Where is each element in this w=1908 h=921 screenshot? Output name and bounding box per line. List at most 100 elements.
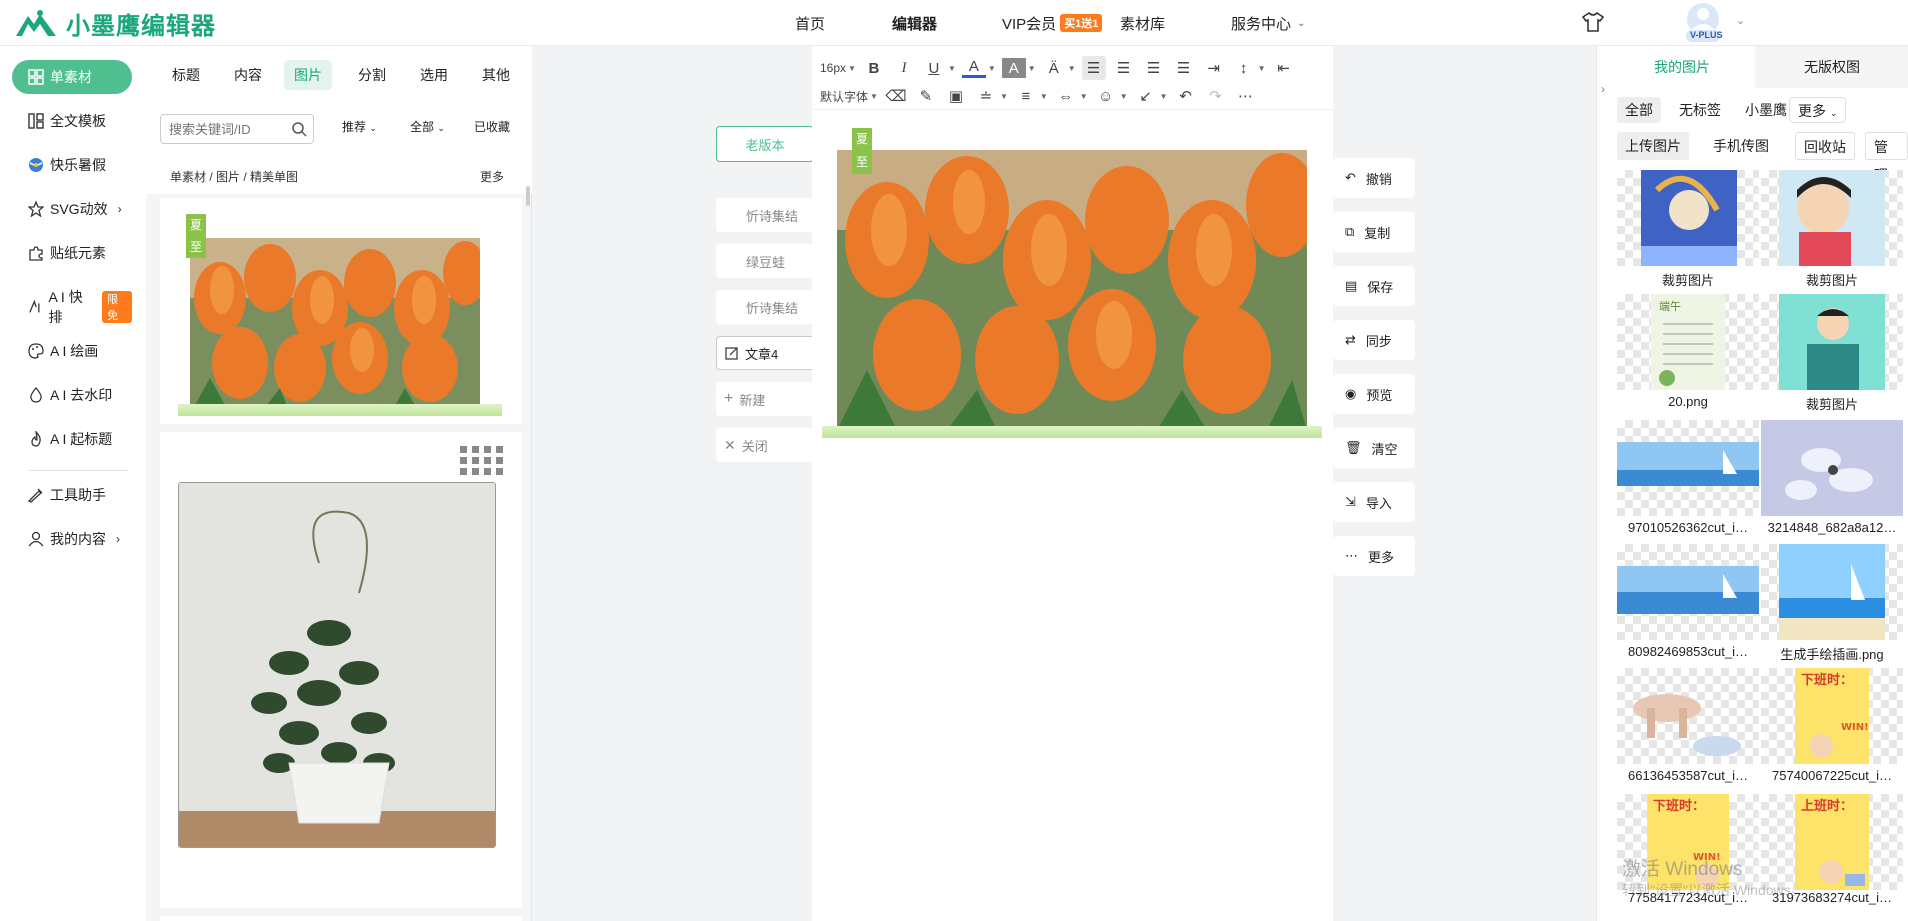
nav-item-svg[interactable]: SVG动效 › [12, 192, 132, 226]
import-button[interactable]: ⇲ 导入 [1333, 482, 1415, 522]
doc-item-active[interactable]: 文章4 [716, 336, 816, 370]
upload-image-button[interactable]: 上传图片 [1617, 132, 1689, 160]
sort-select[interactable]: 推荐 ⌄ [342, 118, 377, 135]
favorites-filter[interactable]: 已收藏 [474, 118, 510, 135]
image-thumb[interactable] [1761, 420, 1903, 516]
phone-upload-button[interactable]: 手机传图 [1705, 132, 1777, 160]
chevron-down-icon[interactable]: ▼ [870, 92, 878, 101]
nav-item-single-material[interactable]: 单素材 [12, 60, 132, 94]
filter-no-tag[interactable]: 无标签 [1671, 97, 1729, 123]
align-justify-icon[interactable]: ☰ [1172, 56, 1196, 80]
chevron-down-icon[interactable]: ▼ [1120, 92, 1128, 101]
arrow-icon[interactable]: ↙ [1134, 84, 1158, 108]
highlight-icon[interactable]: A [1001, 58, 1026, 78]
chevron-down-icon[interactable]: ▼ [1160, 92, 1168, 101]
doc-item[interactable]: 忻诗集结 [716, 198, 816, 232]
align-right-icon[interactable]: ☰ [1142, 56, 1166, 80]
nav-service[interactable]: 服务中心 ⌄ [1231, 0, 1305, 46]
indent-icon[interactable]: ⇥ [1202, 56, 1226, 80]
font-color-icon[interactable]: A [961, 58, 986, 78]
redo-icon[interactable]: ↷ [1204, 84, 1228, 108]
divider-line-icon[interactable]: ≡ [1014, 84, 1038, 108]
filter-more[interactable]: 更多 ⌄ [1789, 97, 1847, 123]
collapse-arrow-icon[interactable]: › [1601, 82, 1605, 96]
nav-item-summer[interactable]: 快乐暑假 [12, 148, 132, 182]
paragraph-spacing-icon[interactable]: ≐ [974, 84, 998, 108]
image-thumb[interactable] [1617, 170, 1759, 266]
nav-editor[interactable]: 编辑器 [892, 0, 937, 46]
image-thumb[interactable] [1617, 668, 1759, 764]
more-button[interactable]: ⋯ 更多 [1333, 536, 1415, 576]
doc-item[interactable]: 绿豆蛙 [716, 244, 816, 278]
more-link[interactable]: 更多 [480, 168, 504, 185]
image-thumb[interactable]: 上班时： [1761, 794, 1903, 890]
new-doc-button[interactable]: + 新建 [716, 382, 816, 416]
canvas-tulip-image[interactable] [837, 150, 1318, 430]
tab-other[interactable]: 其他 [472, 60, 520, 90]
old-version-button[interactable]: 老版本 [716, 126, 814, 162]
nav-item-my-content[interactable]: 我的内容 › [12, 522, 132, 556]
eraser-icon[interactable]: ⌫ [884, 84, 908, 108]
nav-item-ai-layout[interactable]: A I 快排 限免 [12, 289, 132, 325]
chevron-down-icon[interactable]: ▼ [1080, 92, 1088, 101]
nav-item-ai-watermark[interactable]: A I 去水印 [12, 378, 132, 412]
bold-icon[interactable]: B [862, 56, 886, 80]
nav-item-stickers[interactable]: 贴纸元素 [12, 236, 132, 270]
nav-item-ai-title[interactable]: A I 起标题 [12, 422, 132, 456]
image-thumb[interactable]: 下班时： WIN! [1761, 668, 1903, 764]
chevron-down-icon[interactable]: ▼ [948, 64, 956, 73]
manage-button[interactable]: 管理 [1865, 132, 1908, 183]
italic-icon[interactable]: I [892, 56, 916, 80]
clear-button[interactable]: 🗑 清空 [1333, 428, 1415, 468]
text-effect-icon[interactable]: Ä [1042, 56, 1066, 80]
image-thumb[interactable] [1761, 294, 1903, 390]
underline-icon[interactable]: U [922, 56, 946, 80]
tab-selected[interactable]: 选用 [410, 60, 458, 90]
recycle-bin-button[interactable]: 回收站 [1795, 132, 1855, 160]
chevron-down-icon[interactable]: ⌄ [1736, 14, 1745, 27]
chevron-down-icon[interactable]: ▼ [1028, 64, 1036, 73]
material-card-plant[interactable] [160, 432, 522, 908]
nav-vip[interactable]: VIP会员 买1送1 [1002, 0, 1103, 46]
line-height-icon[interactable]: ↕ [1232, 56, 1256, 80]
emoji-icon[interactable]: ☺ [1094, 84, 1118, 108]
align-left-icon[interactable]: ☰ [1081, 56, 1106, 80]
nav-item-ai-paint[interactable]: A I 绘画 [12, 334, 132, 368]
search-input[interactable] [161, 115, 281, 143]
tab-content[interactable]: 内容 [224, 60, 272, 90]
filter-xiaomoying[interactable]: 小墨鹰 [1737, 97, 1795, 123]
tab-image[interactable]: 图片 [284, 60, 332, 90]
material-card-sky[interactable] [160, 916, 522, 921]
chevron-down-icon[interactable]: ▼ [1040, 92, 1048, 101]
exit-icon[interactable]: ⇤ [1272, 56, 1296, 80]
undo-button[interactable]: ↶ 撤销 [1333, 158, 1415, 198]
nav-item-tools[interactable]: 工具助手 [12, 478, 132, 512]
font-family-select[interactable]: 默认字体 [820, 84, 868, 108]
align-center-icon[interactable]: ☰ [1112, 56, 1136, 80]
doc-item[interactable]: 忻诗集结 [716, 290, 816, 324]
image-thumb[interactable] [1761, 170, 1903, 266]
logo[interactable]: 小墨鹰编辑器 [14, 6, 216, 41]
sync-button[interactable]: ⇄ 同步 [1333, 320, 1415, 360]
nav-home[interactable]: 首页 [795, 0, 825, 46]
category-select[interactable]: 全部 ⌄ [410, 118, 445, 135]
tab-free-images[interactable]: 无版权图 [1755, 46, 1908, 88]
image-thumb[interactable] [1617, 420, 1759, 516]
image-thumb[interactable] [1617, 544, 1759, 640]
font-size-select[interactable]: 16px [820, 56, 846, 80]
avatar[interactable]: V-PLUS [1680, 2, 1726, 44]
copy-button[interactable]: ⧉ 复制 [1333, 212, 1415, 252]
scrollbar[interactable] [526, 186, 530, 206]
chevron-down-icon[interactable]: ▼ [848, 64, 856, 73]
tab-divider[interactable]: 分割 [348, 60, 396, 90]
tab-my-images[interactable]: 我的图片 [1609, 46, 1755, 88]
filter-all[interactable]: 全部 [1617, 97, 1661, 123]
chevron-down-icon[interactable]: ▼ [1000, 92, 1008, 101]
chevron-down-icon[interactable]: ▼ [1258, 64, 1266, 73]
image-thumb[interactable] [1761, 544, 1903, 640]
preview-button[interactable]: ◉ 预览 [1333, 374, 1415, 414]
image-icon[interactable]: ▣ [944, 84, 968, 108]
nav-item-templates[interactable]: 全文模板 [12, 104, 132, 138]
search-icon[interactable] [291, 121, 307, 137]
material-card-tulips[interactable]: 夏至 [160, 198, 522, 424]
